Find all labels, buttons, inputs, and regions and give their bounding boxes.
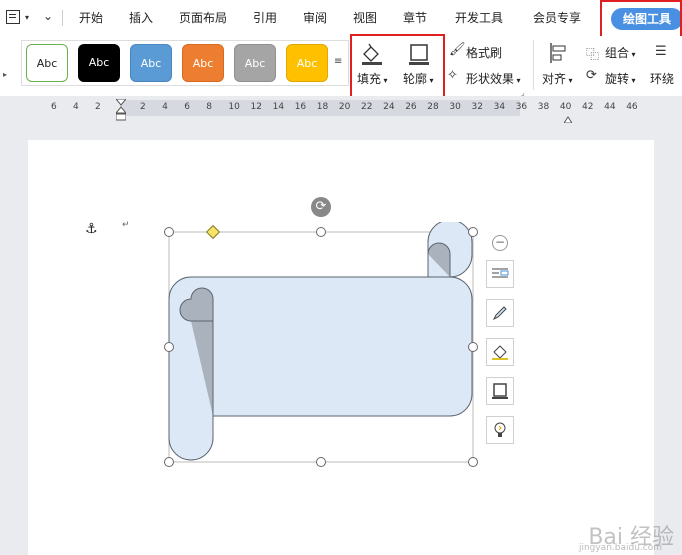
ruler-number: 22	[361, 102, 373, 112]
tab-references[interactable]: 引用	[253, 0, 277, 36]
ruler-number: 4	[162, 102, 168, 112]
scroll-shape[interactable]	[160, 222, 484, 472]
ruler-number: 32	[471, 102, 483, 112]
ruler-number: 34	[493, 102, 506, 112]
ruler-number: 36	[515, 102, 528, 112]
expand-icon[interactable]: ⌄	[43, 9, 53, 23]
rotate-button[interactable]: 旋转 ▾	[605, 70, 636, 87]
ruler-number: 8	[206, 102, 213, 112]
ruler-number: 28	[427, 102, 439, 112]
dropdown-arrow-icon[interactable]: ▾	[25, 13, 29, 22]
indent-marker-icon[interactable]	[114, 98, 128, 121]
ruler-number: 14	[272, 102, 285, 112]
rotate-icon[interactable]: ⟳	[586, 68, 597, 83]
ruler-number: 12	[250, 102, 262, 112]
tab-page-layout[interactable]: 页面布局	[179, 0, 227, 36]
chevron-down-icon: ▾	[629, 50, 636, 59]
pen-icon	[492, 306, 507, 321]
ruler-number: 20	[338, 102, 351, 112]
tab-member[interactable]: 会员专享	[533, 0, 581, 36]
ruler-number: 4	[73, 102, 79, 112]
align-icon[interactable]	[548, 42, 568, 64]
style-gold[interactable]: Abc	[286, 44, 328, 82]
shape-effects-icon[interactable]: ✧	[447, 68, 458, 83]
shape-effects-button[interactable]: 形状效果 ▾	[466, 70, 521, 87]
resize-handle-top-left[interactable]	[164, 227, 174, 237]
align-label: 对齐	[542, 72, 567, 86]
anchor-icon: ⚓	[85, 221, 98, 237]
rotate-label: 旋转	[605, 72, 630, 86]
outline-icon	[492, 383, 508, 399]
ruler-number: 16	[294, 102, 307, 112]
gallery-more-icon[interactable]: ≡	[334, 56, 342, 67]
ruler-number: 2	[140, 102, 146, 112]
layout-options-button[interactable]	[486, 260, 514, 288]
group-label: 组合	[605, 46, 630, 60]
tab-developer[interactable]: 开发工具	[455, 0, 503, 36]
ruler-number: 10	[228, 102, 240, 112]
align-button[interactable]: 对齐 ▾	[542, 70, 573, 87]
app-menu-icon[interactable]	[6, 10, 20, 24]
layout-options-icon	[492, 268, 509, 278]
separator	[533, 40, 534, 90]
resize-handle-bottom-left[interactable]	[164, 457, 174, 467]
style-gray[interactable]: Abc	[234, 44, 276, 82]
rotate-handle-icon[interactable]: ⟳	[311, 197, 331, 217]
fill-bucket-icon	[492, 345, 508, 360]
group-button[interactable]: 组合 ▾	[605, 44, 636, 61]
style-white[interactable]: Abc	[26, 44, 68, 82]
ruler-number: 24	[383, 102, 395, 112]
ruler-number: 2	[95, 102, 101, 112]
resize-handle-top-right[interactable]	[468, 227, 478, 237]
ruler-number: 6	[51, 102, 57, 112]
right-indent-marker-icon[interactable]	[563, 108, 573, 124]
effects-button-side[interactable]	[486, 416, 514, 444]
paragraph-mark-icon: ↵	[122, 220, 130, 230]
style-blue[interactable]: Abc	[130, 44, 172, 82]
shape-effects-label: 形状效果	[466, 72, 515, 86]
tab-view[interactable]: 视图	[353, 0, 377, 36]
separator	[62, 10, 63, 26]
menu-bar: ▾ ⌄ 开始 插入 页面布局 引用 审阅 视图 章节 开发工具 会员专享 绘图工…	[0, 0, 682, 36]
chevron-down-icon: ▾	[629, 76, 636, 85]
ruler-number: 38	[537, 102, 550, 112]
chevron-down-icon: ▾	[514, 76, 521, 85]
group-icon[interactable]: ⿻	[586, 44, 599, 63]
bulb-icon	[494, 422, 506, 437]
tab-section[interactable]: 章节	[403, 0, 427, 36]
ruler-number: 18	[316, 102, 329, 112]
fill-button-side[interactable]	[486, 338, 514, 366]
resize-handle-right[interactable]	[468, 342, 478, 352]
tab-home[interactable]: 开始	[79, 0, 103, 36]
wrap-button[interactable]: 环绕	[650, 70, 674, 87]
resize-handle-left[interactable]	[164, 342, 174, 352]
ruler-number: 26	[405, 102, 417, 112]
style-orange[interactable]: Abc	[182, 44, 224, 82]
ruler-number: 6	[184, 102, 190, 112]
ruler-number: 30	[449, 102, 461, 112]
ribbon-left-arrow-icon[interactable]: ▸	[3, 70, 7, 79]
resize-handle-bottom-right[interactable]	[468, 457, 478, 467]
wrap-icon[interactable]: ☰	[655, 44, 667, 59]
tab-insert[interactable]: 插入	[129, 0, 153, 36]
format-painter-icon[interactable]: 🖌	[449, 42, 466, 57]
style-button[interactable]	[486, 299, 514, 327]
resize-handle-top[interactable]	[316, 227, 326, 237]
style-black[interactable]: Abc	[78, 44, 120, 82]
ruler-number: 46	[626, 102, 638, 112]
chevron-down-icon: ▾	[566, 76, 573, 85]
format-painter-button[interactable]: 格式刷	[466, 44, 502, 61]
watermark-url: jingyan.baidu.com	[578, 543, 662, 553]
resize-handle-bottom[interactable]	[316, 457, 326, 467]
tab-review[interactable]: 审阅	[303, 0, 327, 36]
collapse-icon[interactable]: −	[492, 235, 508, 251]
ruler-number: 42	[582, 102, 594, 112]
ruler-number: 44	[604, 102, 616, 112]
outline-button-side[interactable]	[486, 377, 514, 405]
